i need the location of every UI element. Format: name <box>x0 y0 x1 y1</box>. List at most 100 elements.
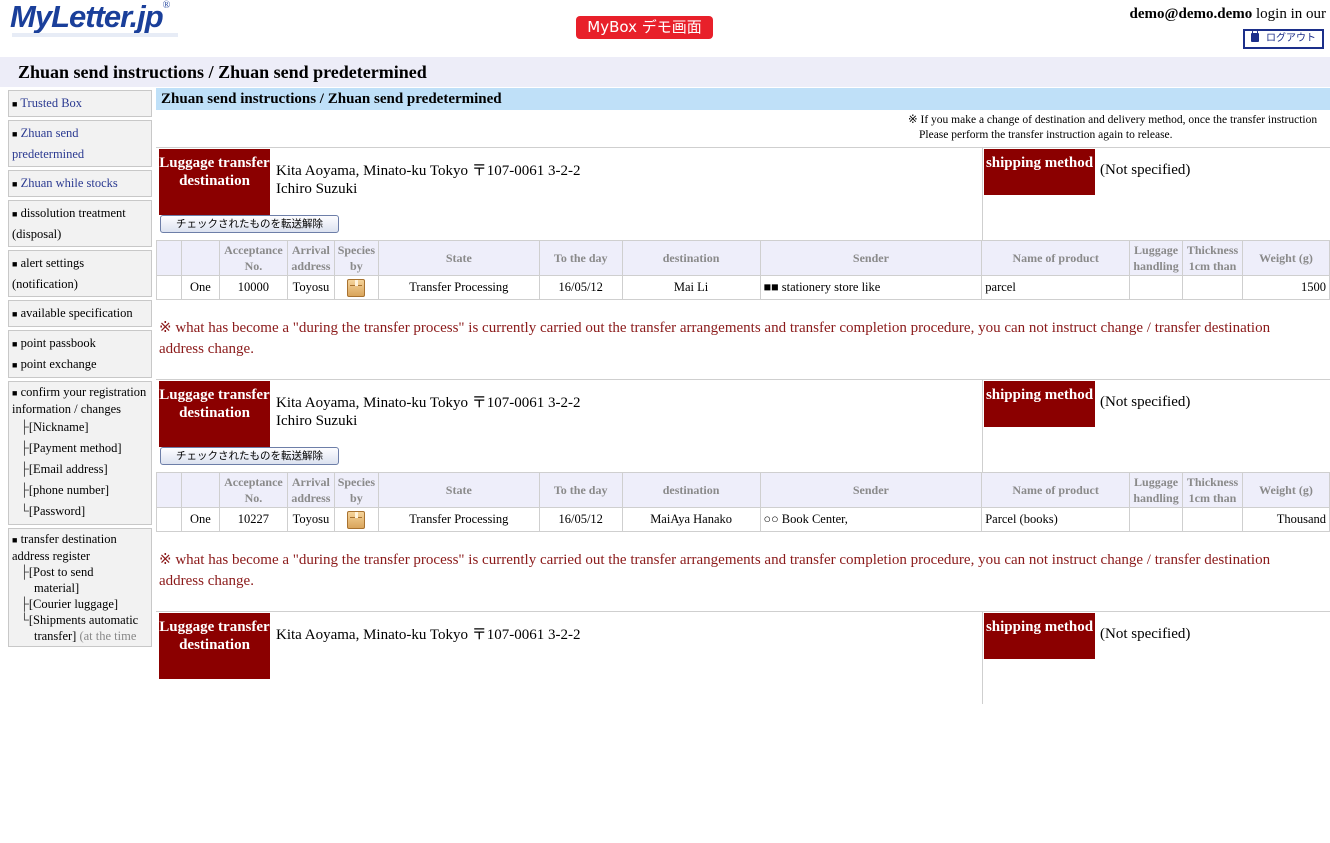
address-line: Kita Aoyama, Minato-ku Tokyo 〒107-0061 3… <box>276 395 581 411</box>
cancel-transfer-button[interactable]: チェックされたものを転送解除 <box>160 215 339 233</box>
destination-label: Luggage transfer destination <box>159 613 270 679</box>
col-thickness: Thickness 1cm than <box>1182 240 1244 276</box>
col-weight: Weight (g) <box>1242 472 1330 508</box>
col-count <box>180 240 220 276</box>
cancel-transfer-button[interactable]: チェックされたものを転送解除 <box>160 447 339 465</box>
col-arrival: Arrival address <box>286 472 335 508</box>
destination-row: Luggage transfer destination Kita Aoyama… <box>156 612 1330 704</box>
shipping-method-label: shipping method <box>984 381 1095 427</box>
sidebar-group-transfer-address: ■ transfer destination address register … <box>8 528 152 647</box>
col-species: Species by <box>333 472 379 508</box>
row-arrival: Toyosu <box>286 275 335 300</box>
sidebar-sub-label: [Nickname] <box>28 420 89 434</box>
shipping-method-value: (Not specified) <box>1100 626 1191 642</box>
sidebar-group-points: ■ point passbook ■ point exchange <box>8 330 152 378</box>
shipping-method-label: shipping method <box>984 149 1095 195</box>
row-date: 16/05/12 <box>538 507 623 532</box>
sidebar-sub-label: material] <box>34 581 80 595</box>
col-state: State <box>377 240 540 276</box>
sidebar-item-available-spec[interactable]: ■ available specification <box>8 300 152 327</box>
shipping-method-value: (Not specified) <box>1100 394 1191 410</box>
sidebar-item-dissolution[interactable]: ■ dissolution treatment (disposal) <box>8 200 152 247</box>
address-line: Kita Aoyama, Minato-ku Tokyo 〒107-0061 3… <box>276 627 581 643</box>
col-today: To the day <box>538 472 623 508</box>
section-title: Zhuan send instructions / Zhuan send pre… <box>156 88 1330 110</box>
sidebar-sub-label: [Payment method] <box>28 441 122 455</box>
sidebar-sub-label: (at the time <box>76 629 137 643</box>
sidebar: ■ Trusted Box ■ Zhuan send predetermined… <box>8 90 152 650</box>
sidebar-sub-password[interactable]: └[Password] <box>12 501 148 522</box>
row-destination: Mai Li <box>621 275 761 300</box>
row-acceptance: 10000 <box>218 275 288 300</box>
destination-address: Kita Aoyama, Minato-ku Tokyo 〒107-0061 3… <box>276 162 580 198</box>
parcel-box-icon <box>347 278 366 297</box>
col-check <box>156 240 182 276</box>
recipient-name: Ichiro Suzuki <box>276 181 358 197</box>
divider <box>982 148 983 240</box>
sidebar-item-transfer-address-register[interactable]: ■ transfer destination address register <box>12 531 148 564</box>
transfer-block: Luggage transfer destination Kita Aoyama… <box>156 379 1330 611</box>
sidebar-item-label: Zhuan send predetermined <box>12 126 85 161</box>
sidebar-item-label: dissolution treatment (disposal) <box>12 206 126 241</box>
row-arrival: Toyosu <box>286 507 335 532</box>
row-species <box>333 275 379 300</box>
transfer-block: Luggage transfer destination Kita Aoyama… <box>156 147 1330 379</box>
sidebar-item-transfer-while-stocks[interactable]: ■ Zhuan while stocks <box>8 170 152 197</box>
change-notice: ※ If you make a change of destination an… <box>908 113 1330 143</box>
col-state: State <box>377 472 540 508</box>
recipient-name: Ichiro Suzuki <box>276 413 358 429</box>
sidebar-item-transfer-predetermined[interactable]: ■ Zhuan send predetermined <box>8 120 152 167</box>
login-status: demo@demo.demo login in our <box>1130 6 1326 23</box>
sidebar-item-alert-settings[interactable]: ■ alert settings (notification) <box>8 250 152 297</box>
row-state: Transfer Processing <box>377 275 540 300</box>
col-product: Name of product <box>981 240 1131 276</box>
address-line: Kita Aoyama, Minato-ku Tokyo 〒107-0061 3… <box>276 163 581 179</box>
sidebar-sub-courier[interactable]: ├[Courier luggage] <box>12 596 148 612</box>
row-check-cell <box>156 507 182 532</box>
sidebar-item-label: point passbook <box>20 336 96 350</box>
col-species: Species by <box>333 240 379 276</box>
sidebar-sub-label: [Post to send <box>28 565 94 579</box>
sidebar-sub-post[interactable]: ├[Post to send material] <box>12 564 148 596</box>
sidebar-item-label: alert settings (notification) <box>12 256 85 291</box>
parcel-box-icon <box>347 510 366 529</box>
divider <box>982 612 983 704</box>
sidebar-item-label: confirm your registration information / … <box>12 385 147 416</box>
row-sender: ■■ stationery store like <box>759 275 983 300</box>
col-acceptance: Acceptance No. <box>218 240 288 276</box>
destination-address: Kita Aoyama, Minato-ku Tokyo 〒107-0061 3… <box>276 394 580 430</box>
sidebar-sub-payment[interactable]: ├[Payment method] <box>12 438 148 459</box>
row-state: Transfer Processing <box>377 507 540 532</box>
sidebar-item-label: Trusted Box <box>20 96 83 110</box>
divider <box>982 380 983 472</box>
sidebar-item-point-exchange[interactable]: ■ point exchange <box>12 354 148 375</box>
sidebar-sub-shipments[interactable]: └[Shipments automatic transfer] (at the t… <box>12 612 148 644</box>
logo-text: MyLetter.jp <box>10 0 164 34</box>
notice-line: ※ If you make a change of destination an… <box>908 114 1318 126</box>
sidebar-sub-phone[interactable]: ├[phone number] <box>12 480 148 501</box>
col-arrival: Arrival address <box>286 240 335 276</box>
notice-line: Please perform the transfer instruction … <box>919 129 1173 141</box>
logout-button[interactable]: ログアウト <box>1243 29 1324 49</box>
row-thickness <box>1182 507 1243 532</box>
row-product: Parcel (books) <box>981 507 1131 532</box>
sidebar-sub-label: [Shipments automatic <box>28 613 139 627</box>
sidebar-item-trusted-box[interactable]: ■ Trusted Box <box>8 90 152 117</box>
sidebar-item-point-passbook[interactable]: ■ point passbook <box>12 333 148 354</box>
sidebar-sub-nickname[interactable]: ├[Nickname] <box>12 417 148 438</box>
row-weight: 1500 <box>1242 275 1330 300</box>
col-today: To the day <box>538 240 623 276</box>
transfer-warning: ※ what has become a "during the transfer… <box>159 552 1271 589</box>
shipping-method-value: (Not specified) <box>1100 162 1191 178</box>
sidebar-sub-label: [Email address] <box>28 462 108 476</box>
row-sender: ○○ Book Center, <box>759 507 983 532</box>
items-table: Acceptance No. Arrival address Species b… <box>156 472 1330 532</box>
sidebar-sub-email[interactable]: ├[Email address] <box>12 459 148 480</box>
table-header-row: Acceptance No. Arrival address Species b… <box>156 240 1330 276</box>
page-title: Zhuan send instructions / Zhuan send pre… <box>0 57 1330 87</box>
row-acceptance: 10227 <box>218 507 288 532</box>
sidebar-item-label: available specification <box>20 306 133 320</box>
sidebar-item-label: transfer destination address register <box>12 532 117 563</box>
logo-underline <box>12 33 178 37</box>
sidebar-item-confirm-registration[interactable]: ■ confirm your registration information … <box>12 384 148 417</box>
